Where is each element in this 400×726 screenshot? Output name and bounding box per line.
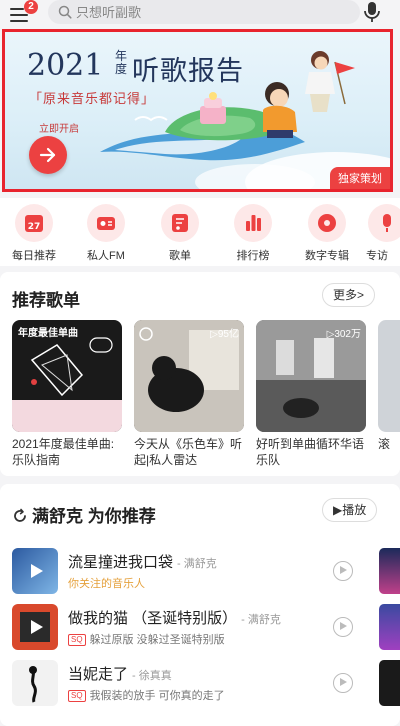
song-cover-peek bbox=[379, 660, 400, 706]
album-icon bbox=[318, 214, 336, 232]
search-input[interactable] bbox=[76, 0, 346, 24]
playlist-name: 2021年度最佳单曲:乐队指南 bbox=[12, 437, 115, 467]
recommended-playlists-section: 推荐歌单 更多> 年度最佳单曲 2021年度最佳单曲:乐队指南 ▷95亿 今天从… bbox=[0, 272, 400, 476]
playlist-cover: ▷95亿 bbox=[134, 320, 244, 432]
exclusive-tag: 独家策划 bbox=[330, 167, 390, 189]
microphone-icon[interactable] bbox=[360, 0, 384, 24]
quick-entry-rankings[interactable]: 排行榜 bbox=[223, 204, 283, 263]
quick-entry-playlist[interactable]: 歌单 bbox=[150, 204, 210, 263]
cover-art bbox=[29, 666, 37, 703]
song-subtitle: 躲过原版 没躲过圣诞特别版 bbox=[89, 634, 225, 646]
song-title: 当妮走了 bbox=[68, 666, 129, 683]
playlist-cover: ▷302万 bbox=[256, 320, 366, 432]
playlist-card[interactable]: 年度最佳单曲 2021年度最佳单曲:乐队指南 bbox=[12, 320, 122, 468]
song-title: 流星撞进我口袋 bbox=[68, 554, 174, 571]
quick-entry-label: 数字专辑 bbox=[305, 250, 349, 262]
quick-entry-label: 私人FM bbox=[87, 250, 125, 262]
refresh-icon[interactable] bbox=[12, 508, 28, 524]
song-play-button[interactable] bbox=[333, 561, 353, 581]
playlist-card[interactable]: ▷95亿 今天从《乐色车》听起|私人雷达 bbox=[134, 320, 244, 468]
play-count: 302万 bbox=[334, 329, 361, 340]
banner-title: 听歌报告 bbox=[132, 56, 244, 87]
calendar-day: 27 bbox=[28, 222, 41, 232]
playlist-icon bbox=[172, 214, 188, 232]
song-row[interactable]: 当妮走了 - 徐真真 SQ 我假装的放手 可你真的走了 bbox=[0, 660, 400, 716]
banner-year: 2021 bbox=[27, 48, 104, 83]
quick-entry-digital-album[interactable]: 数字专辑 bbox=[297, 204, 357, 263]
song-subtitle: 你关注的音乐人 bbox=[68, 578, 145, 590]
banner-go-button[interactable] bbox=[29, 136, 67, 174]
search-bar[interactable] bbox=[48, 0, 360, 24]
year-report-banner[interactable]: 2021 年度 听歌报告 「原来音乐都记得」 立即开启 独家策划 bbox=[2, 29, 393, 192]
song-row[interactable]: 做我的猫 （圣诞特别版） - 满舒克 SQ 躲过原版 没躲过圣诞特别版 bbox=[0, 604, 400, 660]
playlist-name: 滚 bbox=[378, 437, 391, 451]
quick-entry-label: 专访 bbox=[366, 250, 388, 262]
play-icon bbox=[31, 564, 43, 578]
play-all-button[interactable]: ▶播放 bbox=[322, 498, 378, 522]
playlist-name: 好听到单曲循环华语乐队 bbox=[256, 437, 365, 467]
song-artist: - 满舒克 bbox=[177, 558, 217, 570]
quick-entry-label: 歌单 bbox=[169, 250, 191, 262]
song-cover bbox=[12, 660, 58, 706]
chart-icon bbox=[246, 215, 261, 231]
for-you-section: 满舒克 为你推荐 ▶播放 流星撞进我口袋 - 满舒克 你关注的音乐人 做我的猫 （… bbox=[0, 484, 400, 726]
song-artist: - 徐真真 bbox=[132, 670, 172, 682]
playlist-card[interactable]: ▷302万 好听到单曲循环华语乐队 bbox=[256, 320, 366, 468]
song-row[interactable]: 流星撞进我口袋 - 满舒克 你关注的音乐人 bbox=[0, 548, 400, 604]
top-bar: 2 bbox=[0, 0, 400, 28]
quick-entry-fm[interactable]: 私人FM bbox=[76, 204, 136, 263]
quick-entry-label: 排行榜 bbox=[236, 250, 270, 262]
mic-icon bbox=[383, 214, 391, 232]
song-subtitle: 我假装的放手 可你真的走了 bbox=[89, 690, 225, 702]
playlist-cover bbox=[378, 320, 400, 432]
search-icon bbox=[58, 5, 72, 19]
cover-art bbox=[12, 337, 122, 432]
section-title: 推荐歌单 bbox=[12, 291, 80, 310]
notification-badge: 2 bbox=[24, 0, 38, 14]
song-cover-peek bbox=[379, 604, 400, 650]
banner-subtitle: 「原来音乐都记得」 bbox=[29, 92, 156, 107]
playlist-name: 今天从《乐色车》听起|私人雷达 bbox=[134, 437, 243, 467]
more-button[interactable]: 更多> bbox=[322, 283, 376, 307]
radio-icon bbox=[97, 217, 115, 230]
song-play-button[interactable] bbox=[333, 673, 353, 693]
playlist-card[interactable]: 滚 bbox=[378, 320, 400, 468]
play-count: 95亿 bbox=[217, 329, 239, 340]
arrow-right-icon bbox=[39, 147, 56, 163]
calendar-icon: 27 bbox=[25, 215, 43, 232]
song-cover bbox=[12, 548, 58, 594]
quick-entry-row: 27 每日推荐 私人FM 歌单 排行榜 数字专辑 专访 bbox=[0, 198, 400, 266]
quick-entry-daily[interactable]: 27 每日推荐 bbox=[4, 204, 64, 263]
playlist-cover: 年度最佳单曲 bbox=[12, 320, 122, 432]
quick-entry-label: 每日推荐 bbox=[12, 250, 56, 262]
song-title: 做我的猫 （圣诞特别版） bbox=[68, 610, 238, 627]
play-icon bbox=[31, 620, 43, 634]
banner-year-suffix: 年度 bbox=[115, 49, 128, 76]
quick-entry-interview[interactable]: 专访 bbox=[360, 204, 400, 263]
banner-open-label: 立即开启 bbox=[39, 124, 79, 135]
song-cover bbox=[12, 604, 58, 650]
song-play-button[interactable] bbox=[333, 617, 353, 637]
section-title: 满舒克 为你推荐 bbox=[32, 507, 156, 526]
sq-badge: SQ bbox=[68, 634, 86, 646]
sq-badge: SQ bbox=[68, 690, 86, 702]
song-cover-peek bbox=[379, 548, 400, 594]
song-artist: - 满舒克 bbox=[241, 614, 281, 626]
